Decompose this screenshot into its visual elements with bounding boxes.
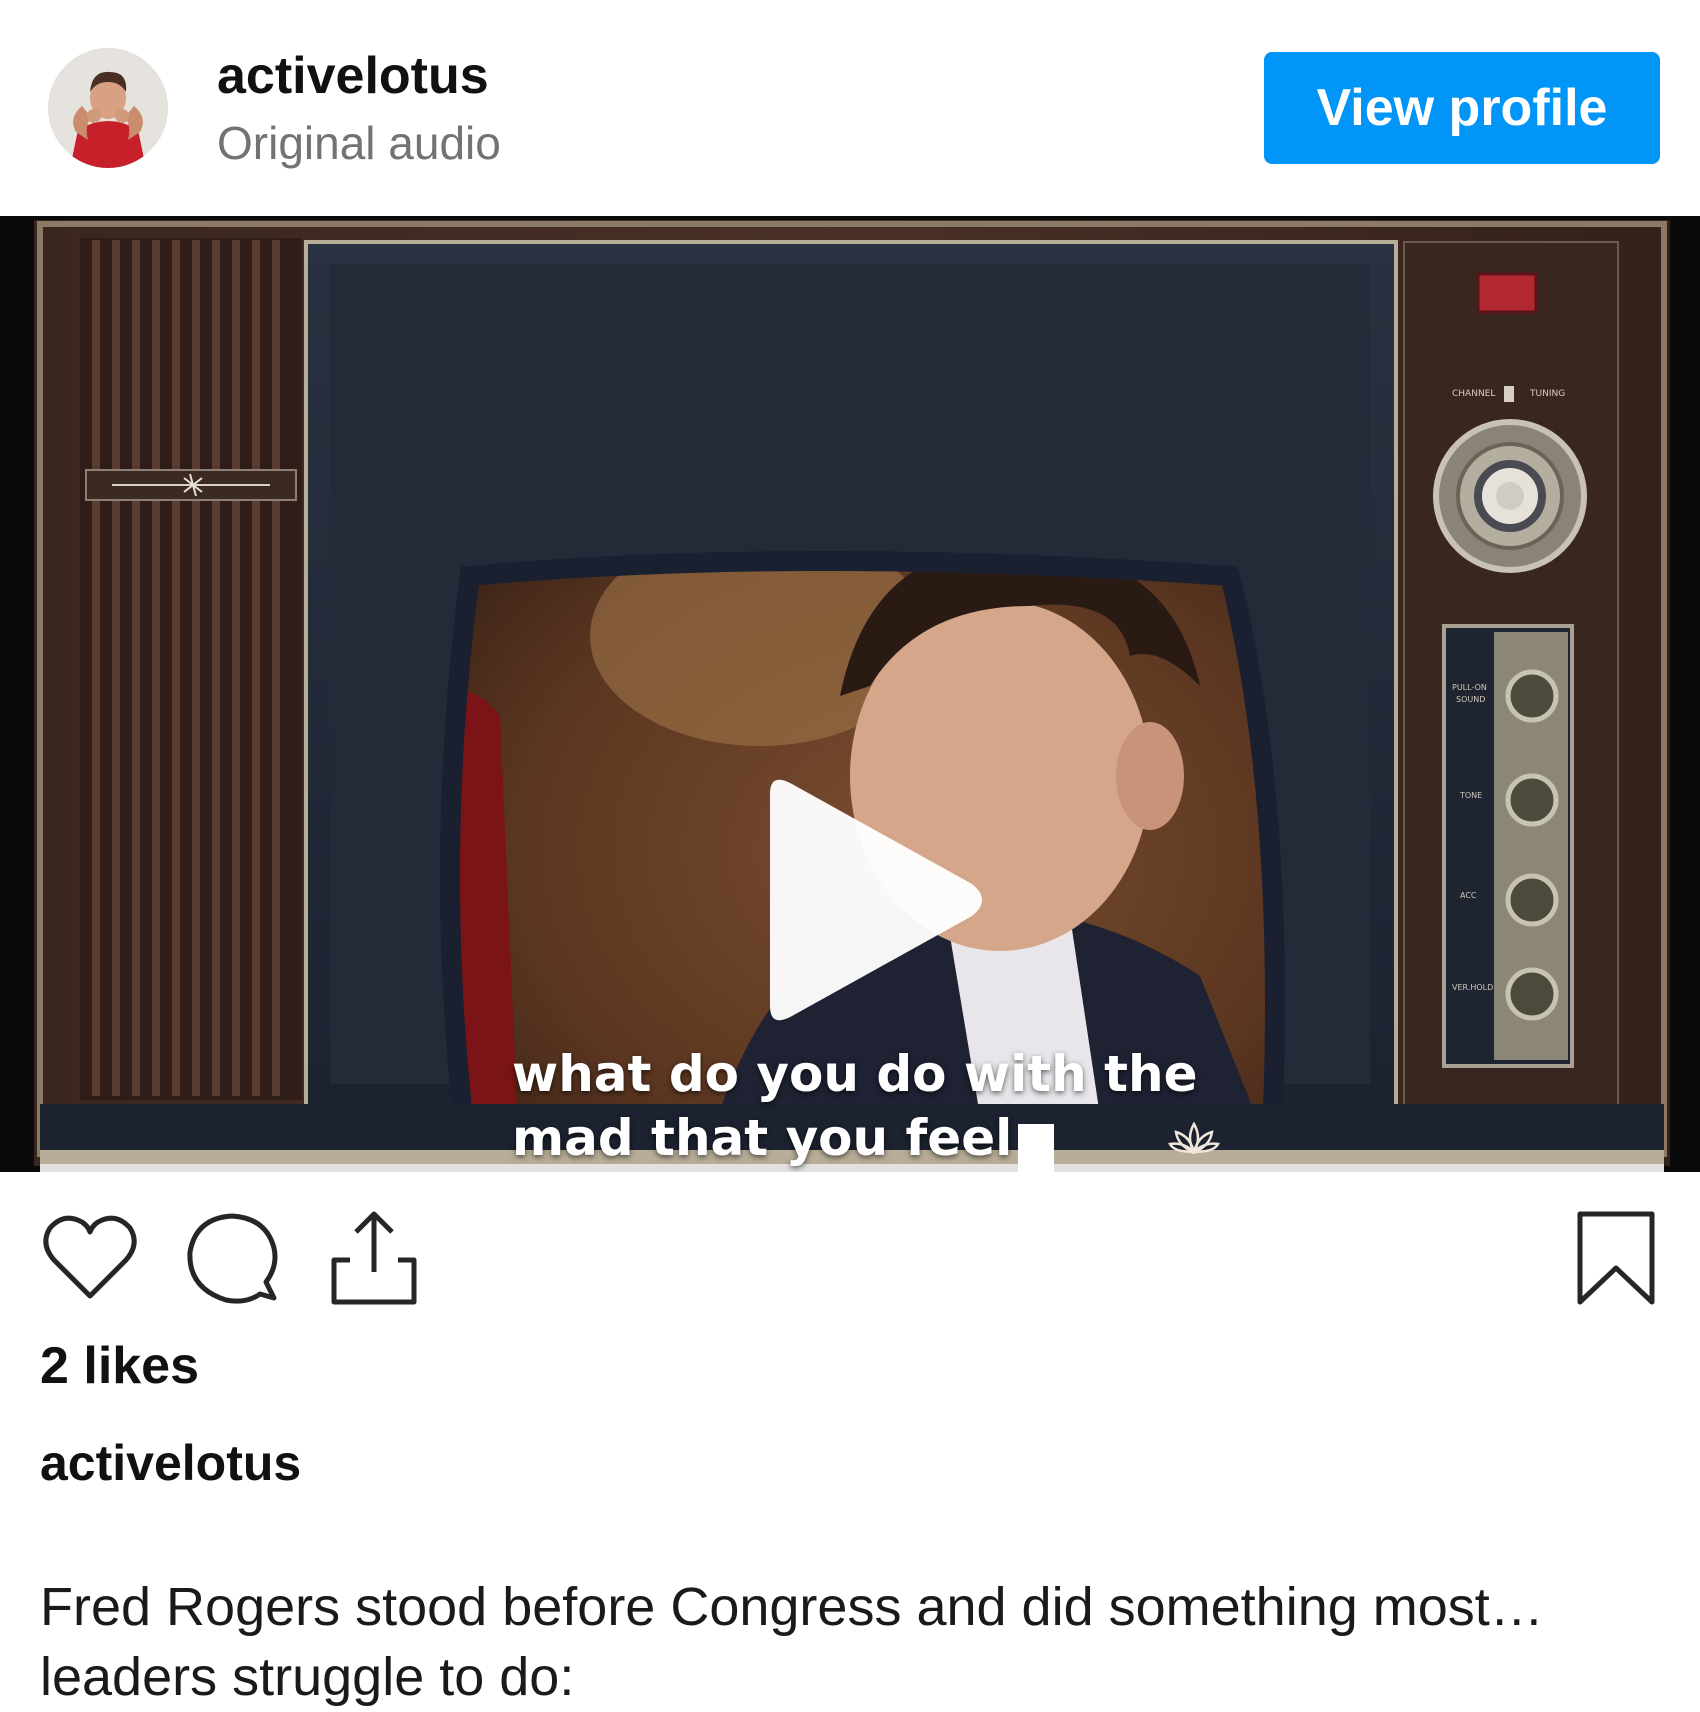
svg-text:PULL-ON: PULL-ON [1452, 683, 1487, 692]
comment-button[interactable] [182, 1208, 282, 1308]
video-subtitle-line-2: mad that you feel [512, 1109, 1013, 1167]
post-header: activelotus Original audio View profile [0, 0, 1700, 216]
audio-label[interactable]: Original audio [217, 116, 501, 170]
comment-icon [187, 1213, 278, 1304]
caption-username[interactable]: activelotus [40, 1434, 301, 1492]
video-subtitle: what do you do with the mad that you fee… [512, 1042, 1198, 1170]
post-actions [0, 1172, 1700, 1322]
svg-text:VER.HOLD: VER.HOLD [1452, 983, 1493, 992]
bookmark-icon [1577, 1211, 1655, 1305]
caption-text: Fred Rogers stood before Congress and di… [40, 1572, 1660, 1712]
svg-text:CHANNEL: CHANNEL [1452, 389, 1495, 399]
share-button[interactable] [326, 1208, 426, 1308]
save-button[interactable] [1566, 1208, 1666, 1308]
svg-text:SOUND: SOUND [1456, 695, 1485, 704]
text-cursor-bar [1018, 1124, 1054, 1172]
play-button[interactable] [740, 772, 990, 1028]
heart-icon [43, 1215, 137, 1299]
svg-text:TONE: TONE [1459, 791, 1482, 800]
lotus-icon [1168, 1118, 1220, 1158]
share-icon [331, 1211, 417, 1305]
like-button[interactable] [40, 1208, 140, 1308]
likes-count[interactable]: 2 likes [40, 1336, 199, 1396]
caption-line-1: Fred Rogers stood before Congress and di… [40, 1577, 1544, 1637]
view-profile-button[interactable]: View profile [1264, 52, 1660, 164]
svg-text:ACC: ACC [1460, 891, 1477, 900]
avatar[interactable] [48, 48, 168, 168]
play-icon [770, 779, 982, 1021]
video-player[interactable]: CHANNEL TUNING PULL-ON SOUND TONE ACC VE… [0, 216, 1700, 1172]
video-subtitle-line-1: what do you do with the [512, 1045, 1198, 1103]
caption-line-2: leaders struggle to do: [40, 1647, 575, 1707]
svg-text:TUNING: TUNING [1529, 389, 1565, 399]
username[interactable]: activelotus [217, 46, 489, 106]
retro-tv-frame: CHANNEL TUNING PULL-ON SOUND TONE ACC VE… [0, 216, 1700, 1172]
